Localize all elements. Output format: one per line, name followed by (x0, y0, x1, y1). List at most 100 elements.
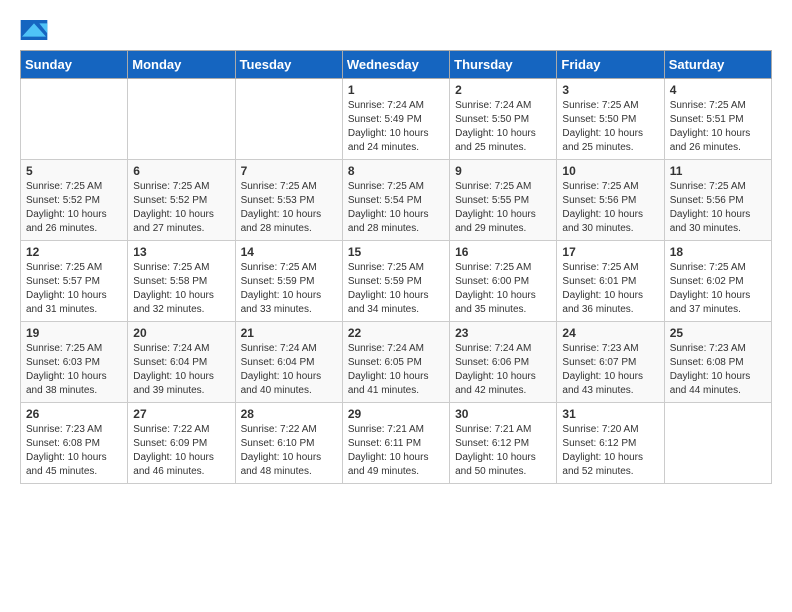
day-number: 11 (670, 164, 766, 178)
day-number: 7 (241, 164, 337, 178)
day-info: Sunrise: 7:21 AM Sunset: 6:12 PM Dayligh… (455, 423, 551, 479)
day-info: Sunrise: 7:25 AM Sunset: 5:58 PM Dayligh… (133, 261, 229, 317)
day-info: Sunrise: 7:25 AM Sunset: 5:50 PM Dayligh… (562, 99, 658, 155)
weekday-header-sunday: Sunday (21, 51, 128, 79)
day-info: Sunrise: 7:23 AM Sunset: 6:08 PM Dayligh… (26, 423, 122, 479)
day-number: 29 (348, 407, 444, 421)
day-info: Sunrise: 7:22 AM Sunset: 6:10 PM Dayligh… (241, 423, 337, 479)
day-info: Sunrise: 7:24 AM Sunset: 6:05 PM Dayligh… (348, 342, 444, 398)
weekday-header-thursday: Thursday (450, 51, 557, 79)
calendar-week-row: 5 Sunrise: 7:25 AM Sunset: 5:52 PM Daylig… (21, 160, 772, 241)
calendar-cell: 23 Sunrise: 7:24 AM Sunset: 6:06 PM Dayli… (450, 322, 557, 403)
calendar-cell: 19 Sunrise: 7:25 AM Sunset: 6:03 PM Dayli… (21, 322, 128, 403)
day-info: Sunrise: 7:25 AM Sunset: 5:55 PM Dayligh… (455, 180, 551, 236)
day-number: 10 (562, 164, 658, 178)
day-info: Sunrise: 7:25 AM Sunset: 5:52 PM Dayligh… (26, 180, 122, 236)
day-number: 24 (562, 326, 658, 340)
day-info: Sunrise: 7:23 AM Sunset: 6:07 PM Dayligh… (562, 342, 658, 398)
day-number: 5 (26, 164, 122, 178)
day-info: Sunrise: 7:25 AM Sunset: 5:57 PM Dayligh… (26, 261, 122, 317)
calendar-cell: 31 Sunrise: 7:20 AM Sunset: 6:12 PM Dayli… (557, 403, 664, 484)
calendar-cell: 20Sunrise: 7:24 AM Sunset: 6:04 PM Dayli… (128, 322, 235, 403)
calendar-cell: 26 Sunrise: 7:23 AM Sunset: 6:08 PM Dayli… (21, 403, 128, 484)
calendar-cell: 30 Sunrise: 7:21 AM Sunset: 6:12 PM Dayli… (450, 403, 557, 484)
day-number: 23 (455, 326, 551, 340)
day-number: 31 (562, 407, 658, 421)
calendar-week-row: 12 Sunrise: 7:25 AM Sunset: 5:57 PM Dayli… (21, 241, 772, 322)
day-number: 25 (670, 326, 766, 340)
calendar-cell: 3 Sunrise: 7:25 AM Sunset: 5:50 PM Daylig… (557, 79, 664, 160)
weekday-header-monday: Monday (128, 51, 235, 79)
calendar-cell: 15Sunrise: 7:25 AM Sunset: 5:59 PM Dayli… (342, 241, 449, 322)
weekday-header-friday: Friday (557, 51, 664, 79)
day-info: Sunrise: 7:25 AM Sunset: 5:59 PM Dayligh… (241, 261, 337, 317)
day-info: Sunrise: 7:21 AM Sunset: 6:11 PM Dayligh… (348, 423, 444, 479)
day-number: 19 (26, 326, 122, 340)
header (20, 20, 772, 40)
calendar-cell: 11 Sunrise: 7:25 AM Sunset: 5:56 PM Dayli… (664, 160, 771, 241)
logo (20, 20, 52, 40)
day-info: Sunrise: 7:24 AM Sunset: 6:04 PM Dayligh… (133, 342, 229, 398)
day-number: 22 (348, 326, 444, 340)
day-number: 30 (455, 407, 551, 421)
day-number: 8 (348, 164, 444, 178)
day-info: Sunrise: 7:25 AM Sunset: 5:54 PM Dayligh… (348, 180, 444, 236)
calendar-cell: 25 Sunrise: 7:23 AM Sunset: 6:08 PM Dayli… (664, 322, 771, 403)
calendar-cell: 10 Sunrise: 7:25 AM Sunset: 5:56 PM Dayli… (557, 160, 664, 241)
weekday-header-wednesday: Wednesday (342, 51, 449, 79)
day-number: 12 (26, 245, 122, 259)
calendar-cell (664, 403, 771, 484)
calendar-cell: 24 Sunrise: 7:23 AM Sunset: 6:07 PM Dayli… (557, 322, 664, 403)
calendar-week-row: 26 Sunrise: 7:23 AM Sunset: 6:08 PM Dayli… (21, 403, 772, 484)
calendar-cell (235, 79, 342, 160)
calendar-cell: 29 Sunrise: 7:21 AM Sunset: 6:11 PM Dayli… (342, 403, 449, 484)
day-info: Sunrise: 7:25 AM Sunset: 5:56 PM Dayligh… (670, 180, 766, 236)
calendar-cell: 7 Sunrise: 7:25 AM Sunset: 5:53 PM Daylig… (235, 160, 342, 241)
calendar-week-row: 19 Sunrise: 7:25 AM Sunset: 6:03 PM Dayli… (21, 322, 772, 403)
calendar-cell: 21Sunrise: 7:24 AM Sunset: 6:04 PM Dayli… (235, 322, 342, 403)
day-info: Sunrise: 7:25 AM Sunset: 6:02 PM Dayligh… (670, 261, 766, 317)
day-number: 28 (241, 407, 337, 421)
day-number: 1 (348, 83, 444, 97)
logo-icon (20, 20, 48, 40)
calendar-header-row: SundayMondayTuesdayWednesdayThursdayFrid… (21, 51, 772, 79)
day-info: Sunrise: 7:25 AM Sunset: 5:56 PM Dayligh… (562, 180, 658, 236)
day-number: 4 (670, 83, 766, 97)
day-info: Sunrise: 7:25 AM Sunset: 5:52 PM Dayligh… (133, 180, 229, 236)
day-number: 18 (670, 245, 766, 259)
day-info: Sunrise: 7:24 AM Sunset: 6:04 PM Dayligh… (241, 342, 337, 398)
calendar-cell: 4Sunrise: 7:25 AM Sunset: 5:51 PM Daylig… (664, 79, 771, 160)
calendar-cell: 17 Sunrise: 7:25 AM Sunset: 6:01 PM Dayli… (557, 241, 664, 322)
day-info: Sunrise: 7:25 AM Sunset: 6:00 PM Dayligh… (455, 261, 551, 317)
day-number: 16 (455, 245, 551, 259)
day-number: 2 (455, 83, 551, 97)
calendar-week-row: 1 Sunrise: 7:24 AM Sunset: 5:49 PM Daylig… (21, 79, 772, 160)
day-info: Sunrise: 7:25 AM Sunset: 5:53 PM Dayligh… (241, 180, 337, 236)
day-info: Sunrise: 7:25 AM Sunset: 6:01 PM Dayligh… (562, 261, 658, 317)
day-number: 15 (348, 245, 444, 259)
calendar-cell: 1 Sunrise: 7:24 AM Sunset: 5:49 PM Daylig… (342, 79, 449, 160)
calendar-cell: 28 Sunrise: 7:22 AM Sunset: 6:10 PM Dayli… (235, 403, 342, 484)
day-number: 27 (133, 407, 229, 421)
day-info: Sunrise: 7:20 AM Sunset: 6:12 PM Dayligh… (562, 423, 658, 479)
calendar-cell: 27Sunrise: 7:22 AM Sunset: 6:09 PM Dayli… (128, 403, 235, 484)
calendar-cell: 8 Sunrise: 7:25 AM Sunset: 5:54 PM Daylig… (342, 160, 449, 241)
day-number: 9 (455, 164, 551, 178)
calendar-cell (21, 79, 128, 160)
calendar-cell: 16 Sunrise: 7:25 AM Sunset: 6:00 PM Dayli… (450, 241, 557, 322)
day-info: Sunrise: 7:24 AM Sunset: 5:50 PM Dayligh… (455, 99, 551, 155)
day-info: Sunrise: 7:24 AM Sunset: 5:49 PM Dayligh… (348, 99, 444, 155)
calendar-cell (128, 79, 235, 160)
calendar-cell: 12 Sunrise: 7:25 AM Sunset: 5:57 PM Dayli… (21, 241, 128, 322)
weekday-header-tuesday: Tuesday (235, 51, 342, 79)
day-number: 6 (133, 164, 229, 178)
day-number: 26 (26, 407, 122, 421)
calendar-cell: 18 Sunrise: 7:25 AM Sunset: 6:02 PM Dayli… (664, 241, 771, 322)
day-info: Sunrise: 7:23 AM Sunset: 6:08 PM Dayligh… (670, 342, 766, 398)
day-number: 17 (562, 245, 658, 259)
day-info: Sunrise: 7:24 AM Sunset: 6:06 PM Dayligh… (455, 342, 551, 398)
calendar-cell: 6 Sunrise: 7:25 AM Sunset: 5:52 PM Daylig… (128, 160, 235, 241)
day-info: Sunrise: 7:25 AM Sunset: 6:03 PM Dayligh… (26, 342, 122, 398)
calendar-cell: 14Sunrise: 7:25 AM Sunset: 5:59 PM Dayli… (235, 241, 342, 322)
day-number: 3 (562, 83, 658, 97)
